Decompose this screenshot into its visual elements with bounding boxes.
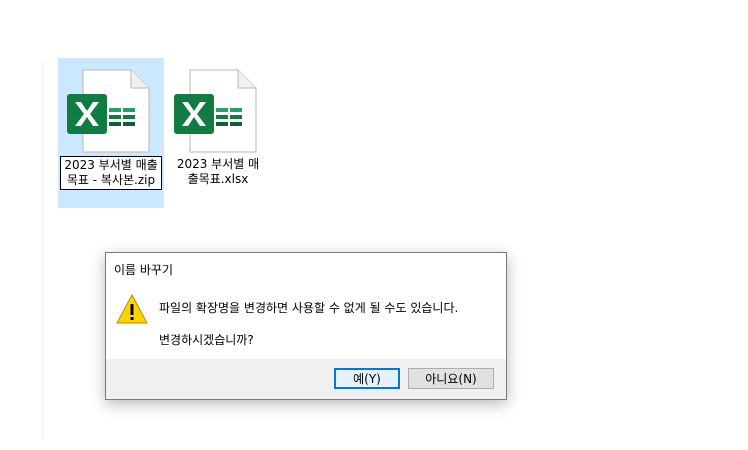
file-name-line2: 출목표.xlsx [187,172,249,186]
dialog-button-bar: 예(Y) 아니요(N) [106,359,506,399]
file-item-zip[interactable]: 2023 부서별 매출 목표 - 복사본.zip [58,58,164,208]
yes-button[interactable]: 예(Y) [334,368,400,389]
file-name-line1: 2023 부서별 매 [176,157,260,171]
excel-file-icon [174,69,257,153]
file-name-line2: 목표 - 복사본.zip [66,173,156,187]
dialog-question: 변경하시겠습니까? [159,333,254,347]
file-item-xlsx[interactable]: 2023 부서별 매 출목표.xlsx [165,58,271,208]
excel-file-icon [67,69,150,153]
pane-divider [42,60,43,440]
file-name-line1: 2023 부서별 매출 [64,158,158,172]
warning-icon [116,293,148,324]
file-name-edit-box[interactable]: 2023 부서별 매출 목표 - 복사본.zip [58,156,164,190]
rename-dialog: 이름 바꾸기 파일의 확장명을 변경하면 사용할 수 없게 될 수도 있습니다.… [105,252,507,400]
no-button[interactable]: 아니요(N) [408,368,494,389]
dialog-message: 파일의 확장명을 변경하면 사용할 수 없게 될 수도 있습니다. [159,301,459,315]
dialog-title: 이름 바꾸기 [114,263,174,277]
file-name: 2023 부서별 매 출목표.xlsx [165,156,271,188]
